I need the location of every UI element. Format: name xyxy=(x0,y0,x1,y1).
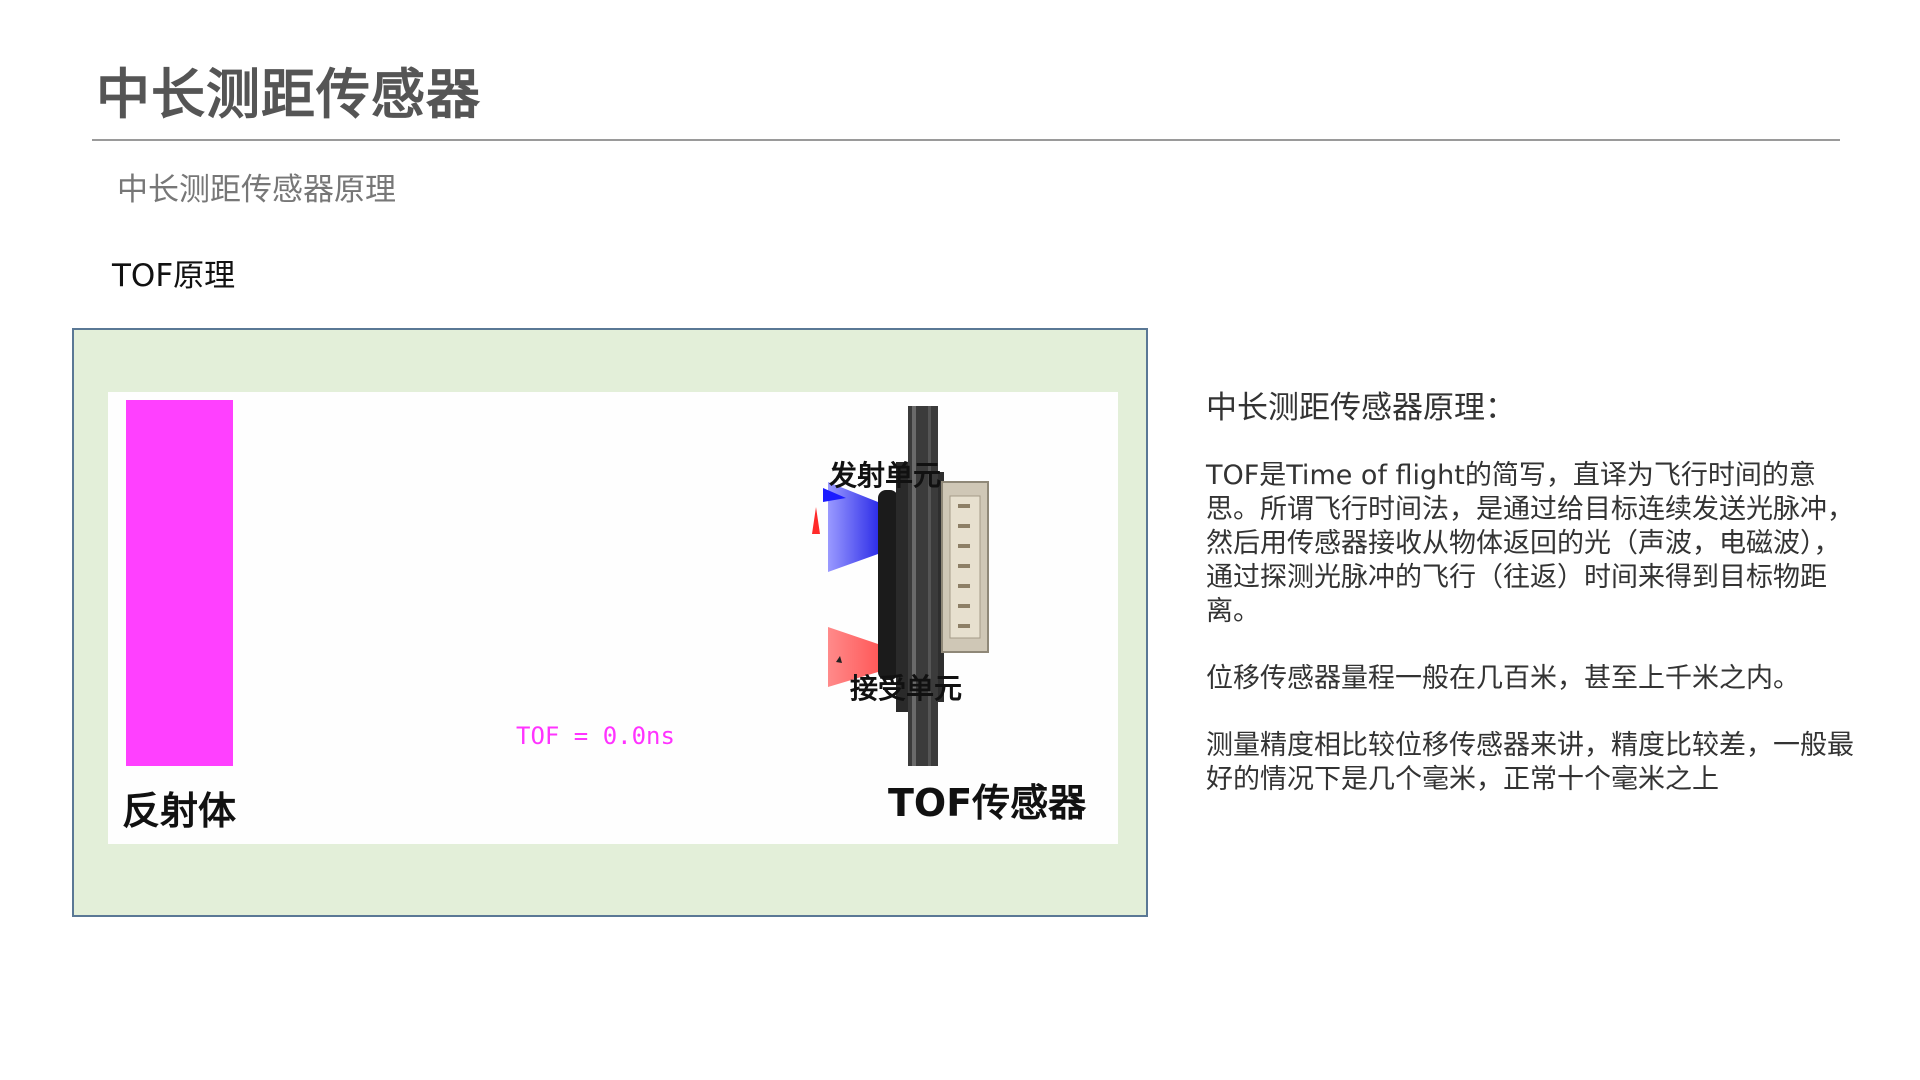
description-heading: 中长测距传感器原理： xyxy=(1206,390,1516,426)
emitter-label: 发射单元 xyxy=(829,459,942,492)
tof-figure-frame: 反射体 TOF = 0.0ns 发射单元 接受单元 TOF传感器 xyxy=(72,328,1148,917)
reflector-label: 反射体 xyxy=(122,789,237,833)
sensor-label: TOF传感器 xyxy=(888,781,1087,825)
title-divider xyxy=(92,139,1840,141)
tof-figure-canvas: 反射体 TOF = 0.0ns 发射单元 接受单元 TOF传感器 xyxy=(108,392,1118,844)
section-label: TOF原理 xyxy=(112,258,236,294)
slide-title: 中长测距传感器 xyxy=(96,63,481,126)
description-paragraph: 测量精度相比较位移传感器来讲，精度比较差，一般最好的情况下是几个毫米，正常十个毫… xyxy=(1206,730,1854,795)
description-paragraph: 位移传感器量程一般在几百米，甚至上千米之内。 xyxy=(1206,663,1800,694)
emit-arrow-icon xyxy=(812,507,820,534)
slide: 中长测距传感器 中长测距传感器原理 TOF原理 反射体 TOF = 0.0ns xyxy=(0,0,1920,1080)
tof-readout: TOF = 0.0ns xyxy=(516,722,675,750)
reflector-block xyxy=(126,400,233,766)
slide-subtitle: 中长测距传感器原理 xyxy=(117,172,396,208)
description-panel: 中长测距传感器原理： TOF是Time of flight的简写，直译为飞行时间… xyxy=(1206,382,1856,830)
description-paragraph: TOF是Time of flight的简写，直译为飞行时间的意思。所谓飞行时间法… xyxy=(1206,460,1854,627)
receiver-label: 接受单元 xyxy=(850,672,963,705)
